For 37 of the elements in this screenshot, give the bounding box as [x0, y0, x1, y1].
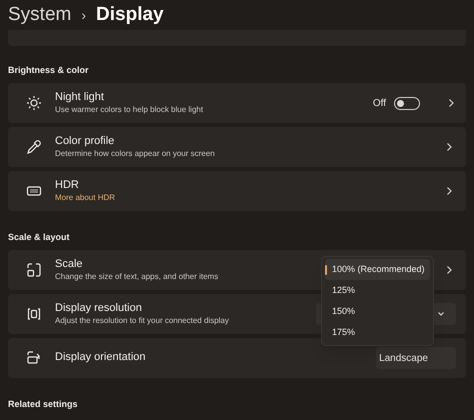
- sun-icon: [26, 95, 42, 111]
- setting-card[interactable]: Display orientation Landscape: [8, 338, 466, 378]
- setting-title: Display orientation: [55, 351, 146, 365]
- toggle-state-label: Off: [372, 96, 386, 110]
- breadcrumb-parent[interactable]: System: [8, 0, 72, 30]
- orientation-icon: [26, 350, 42, 366]
- section-heading: Brightness & color: [8, 64, 89, 77]
- setting-title: Scale: [55, 258, 83, 272]
- dropdown-value[interactable]: Landscape: [379, 350, 428, 366]
- setting-title: Night light: [55, 91, 104, 105]
- setting-title: HDR: [55, 179, 79, 193]
- page-title: Display: [96, 2, 164, 27]
- section-heading: Related settings: [8, 398, 78, 411]
- setting-title: Display resolution: [55, 302, 142, 316]
- chevron-right-icon[interactable]: [446, 98, 456, 108]
- scale-icon: [26, 262, 42, 278]
- dropdown[interactable]: Landscape: [376, 347, 456, 369]
- setting-description: Change the size of text, apps, and other items: [55, 272, 218, 282]
- setting-card[interactable]: HDR More about HDR: [8, 171, 466, 211]
- breadcrumb-separator: ›: [81, 6, 86, 24]
- section-heading: Scale & layout: [8, 230, 70, 244]
- toggle-switch[interactable]: [394, 96, 420, 110]
- setting-card[interactable]: Color profile Determine how colors appear on your screen: [8, 127, 466, 167]
- chevron-right-icon[interactable]: [444, 265, 454, 275]
- resolution-icon: [26, 306, 42, 322]
- menu-option[interactable]: 100% (Recommended): [325, 259, 430, 280]
- setting-card[interactable]: Night light Use warmer colors to help block blue light Off: [8, 83, 466, 123]
- menu-option[interactable]: 150%: [325, 301, 430, 322]
- hdr-link[interactable]: More about HDR: [55, 192, 116, 203]
- setting-title: Color profile: [55, 135, 114, 149]
- pipette-icon: [26, 139, 42, 155]
- setting-description: Determine how colors appear on your screen: [55, 148, 215, 159]
- setting-description: Use warmer colors to help block blue light: [55, 104, 204, 115]
- chevron-right-icon[interactable]: [444, 186, 454, 196]
- chevron-right-icon[interactable]: [444, 142, 454, 152]
- setting-description: Adjust the resolution to fit your connected display: [55, 316, 229, 326]
- selection-indicator: [325, 265, 327, 275]
